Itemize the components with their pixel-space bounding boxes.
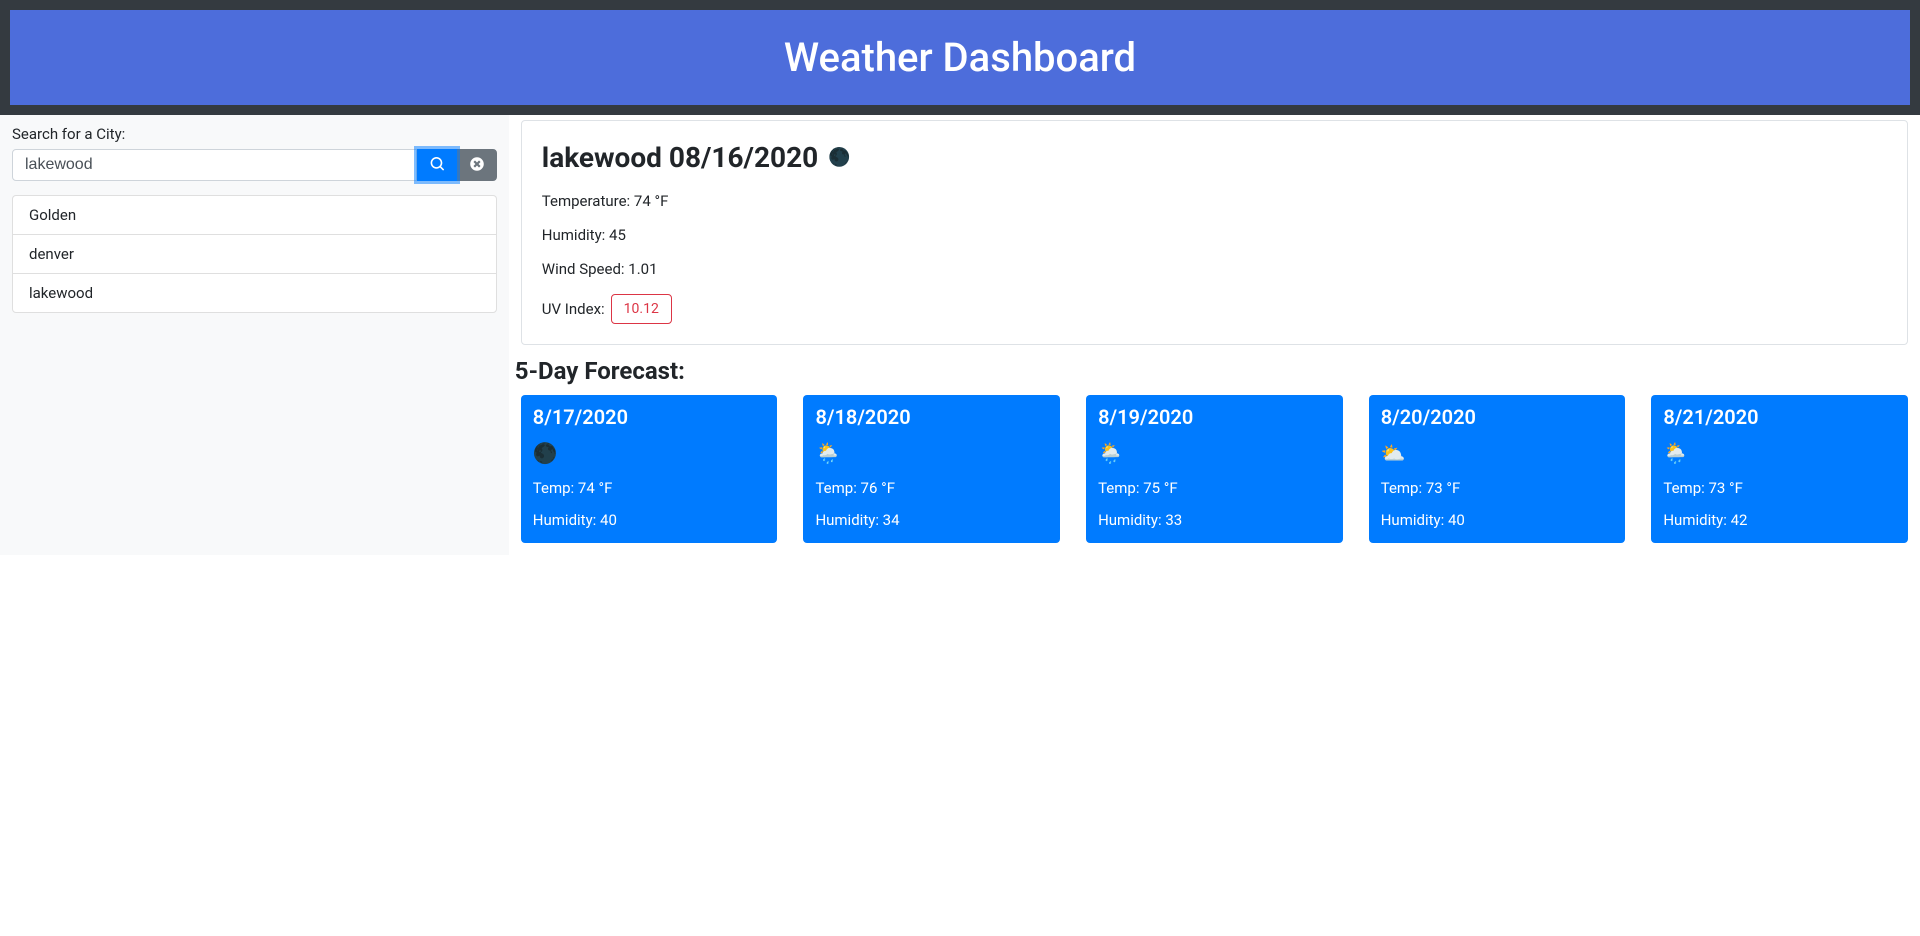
forecast-humidity: Humidity: 33 bbox=[1098, 511, 1331, 529]
current-title: lakewood 08/16/2020 🌑 bbox=[542, 141, 1887, 174]
uv-index-label: UV Index: bbox=[542, 300, 605, 318]
forecast-temp: Temp: 73 °F bbox=[1381, 479, 1614, 497]
forecast-weather-icon: ⛅ bbox=[1381, 441, 1614, 465]
forecast-date: 8/18/2020 bbox=[815, 405, 1048, 429]
uv-index-badge: 10.12 bbox=[611, 294, 672, 324]
forecast-date: 8/21/2020 bbox=[1663, 405, 1896, 429]
current-weather-icon: 🌑 bbox=[828, 147, 850, 168]
forecast-date: 8/20/2020 bbox=[1381, 405, 1614, 429]
clear-button[interactable] bbox=[457, 149, 497, 181]
search-input[interactable] bbox=[12, 149, 417, 181]
forecast-humidity: Humidity: 40 bbox=[533, 511, 766, 529]
search-row bbox=[12, 149, 497, 181]
current-temperature: Temperature: 74 °F bbox=[542, 192, 1887, 210]
search-button[interactable] bbox=[417, 149, 457, 181]
forecast-weather-icon: 🌑 bbox=[533, 441, 766, 465]
header-container: Weather Dashboard bbox=[0, 0, 1920, 115]
forecast-card: 8/17/2020 🌑 Temp: 74 °F Humidity: 40 bbox=[521, 395, 778, 543]
uv-index-row: UV Index: 10.12 bbox=[542, 294, 1887, 324]
forecast-weather-icon: 🌦️ bbox=[1663, 441, 1896, 465]
forecast-card: 8/21/2020 🌦️ Temp: 73 °F Humidity: 42 bbox=[1651, 395, 1908, 543]
page-title: Weather Dashboard bbox=[34, 34, 1886, 81]
forecast-temp: Temp: 73 °F bbox=[1663, 479, 1896, 497]
current-wind-speed: Wind Speed: 1.01 bbox=[542, 260, 1887, 278]
forecast-temp: Temp: 76 °F bbox=[815, 479, 1048, 497]
history-item[interactable]: Golden bbox=[13, 196, 496, 235]
search-icon bbox=[430, 157, 444, 174]
current-weather-card: lakewood 08/16/2020 🌑 Temperature: 74 °F… bbox=[521, 120, 1908, 345]
history-item[interactable]: lakewood bbox=[13, 274, 496, 312]
forecast-date: 8/19/2020 bbox=[1098, 405, 1331, 429]
forecast-card: 8/20/2020 ⛅ Temp: 73 °F Humidity: 40 bbox=[1369, 395, 1626, 543]
forecast-temp: Temp: 74 °F bbox=[533, 479, 766, 497]
current-city-date: lakewood 08/16/2020 bbox=[542, 141, 818, 174]
forecast-title: 5-Day Forecast: bbox=[515, 357, 1908, 385]
forecast-card: 8/18/2020 🌦️ Temp: 76 °F Humidity: 34 bbox=[803, 395, 1060, 543]
header: Weather Dashboard bbox=[10, 10, 1910, 105]
main-container: Search for a City: Golden denver lakewoo… bbox=[0, 115, 1920, 555]
search-label: Search for a City: bbox=[12, 125, 497, 143]
close-icon bbox=[470, 157, 484, 174]
forecast-humidity: Humidity: 34 bbox=[815, 511, 1048, 529]
forecast-weather-icon: 🌦️ bbox=[1098, 441, 1331, 465]
sidebar: Search for a City: Golden denver lakewoo… bbox=[0, 115, 509, 555]
forecast-humidity: Humidity: 42 bbox=[1663, 511, 1896, 529]
forecast-card: 8/19/2020 🌦️ Temp: 75 °F Humidity: 33 bbox=[1086, 395, 1343, 543]
main-content: lakewood 08/16/2020 🌑 Temperature: 74 °F… bbox=[509, 115, 1920, 555]
current-humidity: Humidity: 45 bbox=[542, 226, 1887, 244]
forecast-temp: Temp: 75 °F bbox=[1098, 479, 1331, 497]
forecast-humidity: Humidity: 40 bbox=[1381, 511, 1614, 529]
history-list: Golden denver lakewood bbox=[12, 195, 497, 313]
forecast-weather-icon: 🌦️ bbox=[815, 441, 1048, 465]
forecast-row: 8/17/2020 🌑 Temp: 74 °F Humidity: 40 8/1… bbox=[521, 395, 1908, 543]
forecast-date: 8/17/2020 bbox=[533, 405, 766, 429]
history-item[interactable]: denver bbox=[13, 235, 496, 274]
